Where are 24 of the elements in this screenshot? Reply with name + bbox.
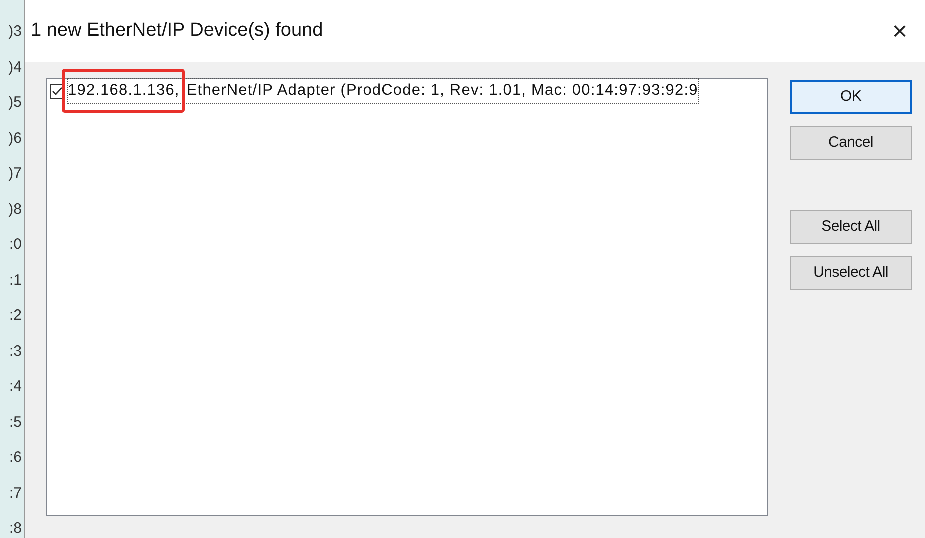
- checkmark-icon: [52, 86, 63, 96]
- dialog-button[interactable]: Cancel: [790, 126, 912, 160]
- line-number: :3: [9, 344, 22, 358]
- line-number: )6: [8, 130, 22, 146]
- line-number: )3: [8, 24, 22, 39]
- device-description[interactable]: EtherNet/IP Adapter (ProdCode: 1, Rev: 1.01, Mac: 00:14:97:93:92:9: [186, 79, 698, 103]
- line-number: :7: [9, 486, 22, 500]
- window-title: 1 new EtherNet/IP Device(s) found: [31, 18, 324, 43]
- device-address: 192.168.1.136,: [68, 82, 180, 100]
- line-number: :0: [9, 237, 22, 252]
- line-number: )4: [8, 60, 22, 74]
- line-number: :5: [9, 414, 22, 430]
- line-number: )5: [8, 95, 22, 110]
- line-number: )7: [8, 166, 22, 181]
- line-number: :2: [9, 308, 22, 323]
- line-number: :6: [9, 450, 22, 465]
- line-number: )8: [8, 202, 22, 216]
- dialog-button[interactable]: Unselect All: [790, 256, 912, 290]
- close-button[interactable]: ×: [885, 18, 915, 44]
- line-number: :1: [9, 272, 22, 288]
- line-number: :8: [9, 521, 22, 536]
- dialog-button[interactable]: Select All: [790, 210, 912, 244]
- line-number: :4: [9, 379, 22, 394]
- dialog-button[interactable]: OK: [790, 80, 912, 114]
